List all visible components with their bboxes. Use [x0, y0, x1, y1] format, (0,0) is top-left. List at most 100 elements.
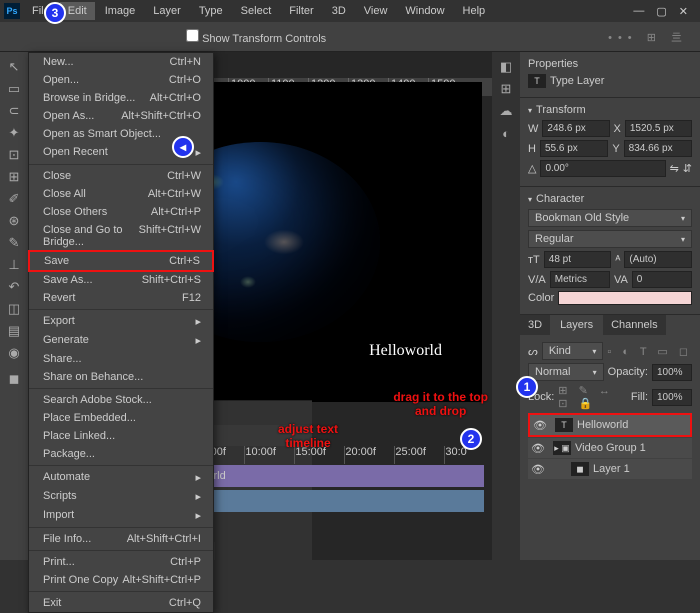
font-style-select[interactable]: Regular▾ [528, 230, 692, 248]
blend-mode[interactable]: Normal▾ [528, 363, 604, 381]
type-icon: T [528, 74, 546, 88]
marker-3: 3 [44, 2, 66, 24]
menu-select[interactable]: Select [233, 2, 280, 20]
menu-item-automate[interactable]: Automate▸ [29, 468, 213, 487]
move-tool[interactable]: ↖ [0, 56, 28, 78]
layer-filter[interactable]: Kind▾ [542, 342, 604, 360]
channels-tab[interactable]: Channels [603, 315, 665, 335]
visibility-icon[interactable]: 👁 [531, 442, 545, 455]
menu-item-revert[interactable]: RevertF12 [29, 289, 213, 307]
menu-item-new-[interactable]: New...Ctrl+N [29, 53, 213, 71]
menu-item-place-embedded-[interactable]: Place Embedded... [29, 409, 213, 427]
angle-field[interactable]: 0.00° [540, 160, 665, 177]
menu-item-close-all[interactable]: Close AllAlt+Ctrl+W [29, 185, 213, 203]
wand-tool[interactable]: ✦ [0, 122, 28, 144]
swatch[interactable]: ◼ [0, 364, 28, 394]
menu-item-print-[interactable]: Print...Ctrl+P [29, 553, 213, 571]
x-field[interactable]: 1520.5 px [625, 120, 692, 137]
stamp-tool[interactable]: ⊥ [0, 254, 28, 276]
heal-tool[interactable]: ⊛ [0, 210, 28, 232]
menu-image[interactable]: Image [97, 2, 144, 20]
tools-panel: ↖ ▭ ⊂ ✦ ⊡ ⊞ ✐ ⊛ ✎ ⊥ ↶ ◫ ▤ ◉ ◼ [0, 52, 28, 560]
menu-filter[interactable]: Filter [281, 2, 321, 20]
visibility-icon[interactable]: 👁 [533, 419, 547, 432]
color-icon[interactable]: ◧ [492, 56, 520, 78]
menu-item-scripts[interactable]: Scripts▸ [29, 487, 213, 506]
menu-item-open-[interactable]: Open...Ctrl+O [29, 71, 213, 89]
libraries-icon[interactable]: ☁ [492, 100, 520, 122]
eyedropper-tool[interactable]: ✐ [0, 188, 28, 210]
menu-item-open-as-[interactable]: Open As...Alt+Shift+Ctrl+O [29, 107, 213, 125]
menu-item-generate[interactable]: Generate▸ [29, 331, 213, 350]
menu-item-package-: Package... [29, 445, 213, 463]
brush-tool[interactable]: ✎ [0, 232, 28, 254]
minimize-icon[interactable]: — [633, 5, 644, 18]
character-title: Character [536, 193, 584, 205]
visibility-icon[interactable]: 👁 [531, 463, 545, 476]
menu-item-print-one-copy[interactable]: Print One CopyAlt+Shift+Ctrl+P [29, 571, 213, 589]
layer-video-group-1[interactable]: 👁▸ ▣Video Group 1 [528, 438, 692, 458]
menu-view[interactable]: View [356, 2, 396, 20]
menu-type[interactable]: Type [191, 2, 231, 20]
tracking-field[interactable]: Metrics [550, 271, 610, 288]
menu-3d[interactable]: 3D [324, 2, 354, 20]
menu-item-share-on-behance-[interactable]: Share on Behance... [29, 368, 213, 386]
annotation-adjust: adjust text timeline [278, 422, 338, 450]
menu-item-import[interactable]: Import▸ [29, 506, 213, 525]
font-family-select[interactable]: Bookman Old Style▾ [528, 209, 692, 227]
menu-item-save-as-[interactable]: Save As...Shift+Ctrl+S [29, 271, 213, 289]
blur-tool[interactable]: ◉ [0, 342, 28, 364]
marker-1: 1 [516, 376, 538, 398]
ps-logo: Ps [4, 3, 20, 19]
eraser-tool[interactable]: ◫ [0, 298, 28, 320]
align-icons[interactable]: ••• ⊞ 亖 [608, 29, 700, 45]
leading-field[interactable]: (Auto) [624, 251, 692, 268]
layers-tab[interactable]: Layers [552, 315, 601, 335]
swatches-icon[interactable]: ⊞ [492, 78, 520, 100]
menu-item-export[interactable]: Export▸ [29, 312, 213, 331]
kern-field[interactable]: 0 [632, 271, 692, 288]
3d-tab[interactable]: 3D [520, 315, 550, 335]
frame-tool[interactable]: ⊞ [0, 166, 28, 188]
adjust-icon[interactable]: ◐ [492, 122, 520, 144]
history-tool[interactable]: ↶ [0, 276, 28, 298]
layer-layer-1[interactable]: 👁◼Layer 1 [528, 459, 692, 479]
menu-item-browse-in-bridge-[interactable]: Browse in Bridge...Alt+Ctrl+O [29, 89, 213, 107]
y-field[interactable]: 834.66 px [624, 140, 692, 157]
flip-h-icon[interactable]: ⇋ [670, 162, 679, 175]
properties-title: Properties [528, 58, 692, 70]
close-icon[interactable]: ✕ [679, 5, 688, 18]
menu-item-close-and-go-to-bridge-[interactable]: Close and Go to Bridge...Shift+Ctrl+W [29, 221, 213, 251]
menu-item-close[interactable]: CloseCtrl+W [29, 167, 213, 185]
layer-helloworld[interactable]: 👁THelloworld [528, 413, 692, 437]
marker-arrow: ◂ [172, 136, 194, 158]
menu-help[interactable]: Help [455, 2, 494, 20]
marker-2: 2 [460, 428, 482, 450]
menu-layer[interactable]: Layer [145, 2, 189, 20]
menu-item-exit[interactable]: ExitCtrl+Q [29, 594, 213, 612]
crop-tool[interactable]: ⊡ [0, 144, 28, 166]
menu-window[interactable]: Window [397, 2, 452, 20]
menu-item-place-linked-[interactable]: Place Linked... [29, 427, 213, 445]
color-swatch[interactable] [558, 291, 692, 305]
lasso-tool[interactable]: ⊂ [0, 100, 28, 122]
width-field[interactable]: 248.6 px [542, 120, 609, 137]
gradient-tool[interactable]: ▤ [0, 320, 28, 342]
flip-v-icon[interactable]: ⇵ [683, 162, 692, 175]
opacity-field[interactable]: 100% [652, 364, 692, 381]
menu-item-file-info-[interactable]: File Info...Alt+Shift+Ctrl+I [29, 530, 213, 548]
menu-item-share-[interactable]: Share... [29, 350, 213, 368]
transform-controls-check[interactable]: Show Transform Controls [186, 29, 326, 45]
options-bar: Show Transform Controls ••• ⊞ 亖 [0, 22, 700, 52]
menu-item-search-adobe-stock-[interactable]: Search Adobe Stock... [29, 391, 213, 409]
menu-item-save[interactable]: SaveCtrl+S [28, 250, 214, 272]
right-panels: Properties TType Layer ▾Transform W248.6… [520, 52, 700, 560]
fill-field[interactable]: 100% [652, 389, 692, 406]
height-field[interactable]: 55.6 px [540, 140, 608, 157]
right-icon-bar: ◧ ⊞ ☁ ◐ [492, 52, 520, 560]
font-size-field[interactable]: 48 pt [544, 251, 612, 268]
maximize-icon[interactable]: ▢ [656, 5, 666, 18]
transform-title: Transform [536, 104, 586, 116]
text-layer[interactable]: Helloworld [369, 342, 442, 360]
marquee-tool[interactable]: ▭ [0, 78, 28, 100]
